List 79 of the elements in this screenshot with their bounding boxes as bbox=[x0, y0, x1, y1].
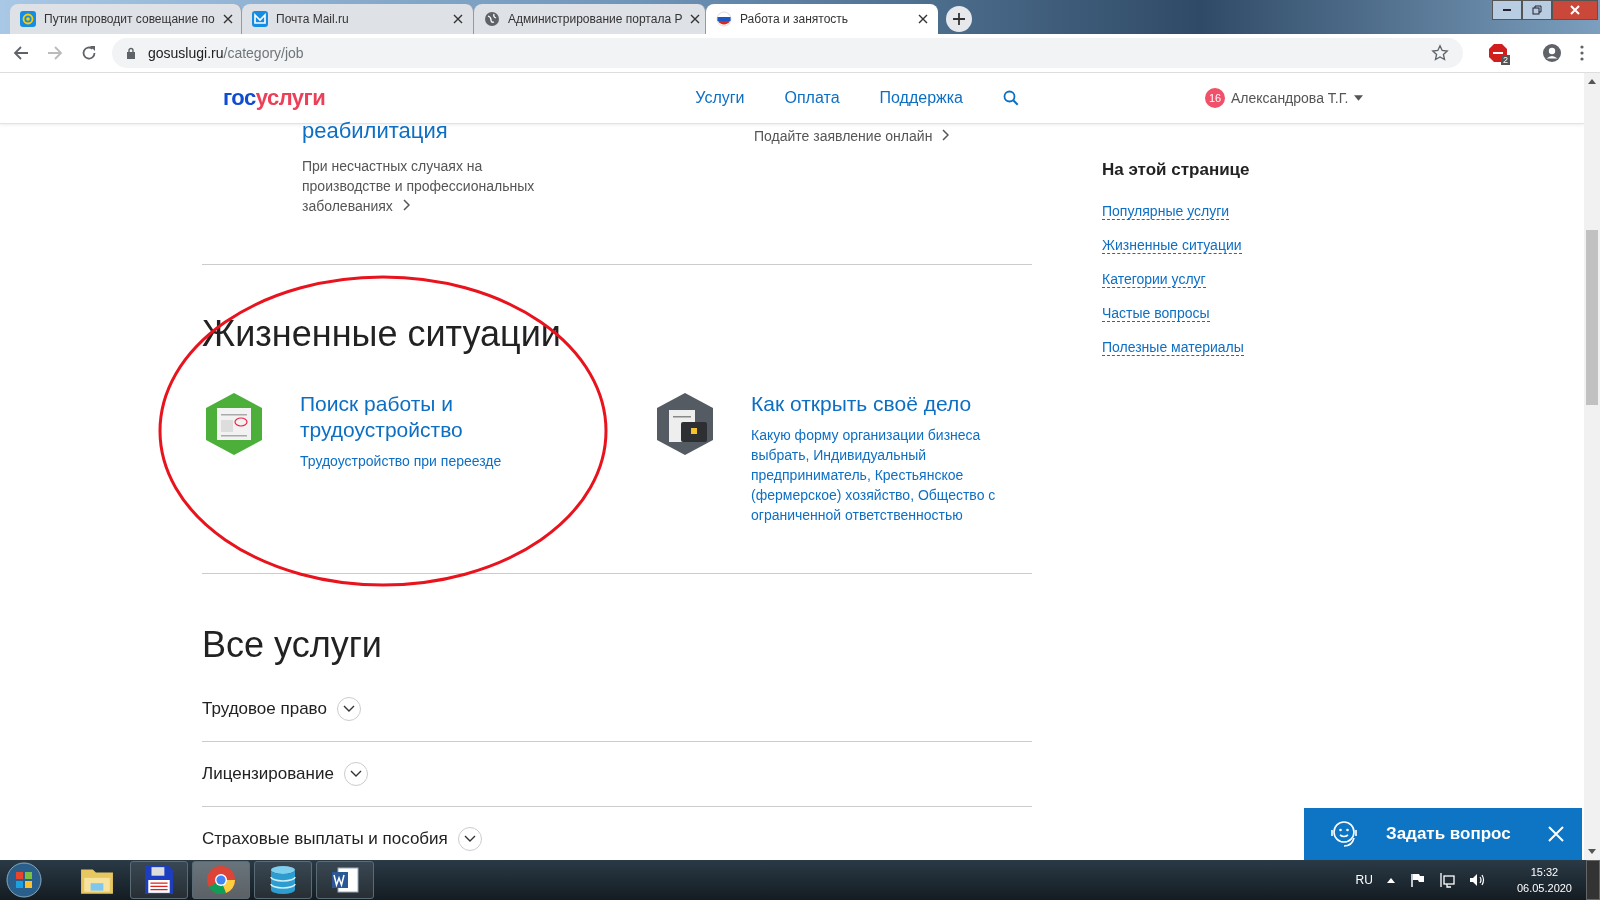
service-title[interactable]: реабилитация bbox=[302, 118, 617, 144]
close-icon bbox=[1570, 5, 1580, 15]
extension-badge: 2 bbox=[1501, 55, 1510, 65]
restore-button[interactable] bbox=[1522, 0, 1552, 20]
anchor-link[interactable]: Популярные услуги bbox=[1102, 203, 1230, 220]
nav-link[interactable]: Услуги bbox=[695, 89, 745, 107]
address-bar[interactable]: gosuslugi.ru/category/job bbox=[112, 38, 1463, 68]
search-icon[interactable] bbox=[1003, 90, 1019, 106]
browser-tab[interactable]: Почта Mail.ru bbox=[242, 4, 474, 34]
plus-icon bbox=[953, 13, 965, 25]
user-menu[interactable]: Александрова Т.Г. bbox=[1231, 90, 1349, 106]
globe-icon bbox=[484, 11, 500, 27]
scrollbar-thumb[interactable] bbox=[1586, 230, 1598, 405]
chevron-right-icon[interactable] bbox=[402, 199, 410, 211]
service-link[interactable]: При несчастных случаях на производстве и профессиональных заболеваниях bbox=[302, 156, 567, 216]
flag-icon[interactable] bbox=[1408, 872, 1425, 888]
apply-online-link[interactable]: Подайте заявление онлайн bbox=[754, 128, 1032, 144]
tab-title: Администрирование портала Р bbox=[508, 12, 683, 26]
close-icon[interactable] bbox=[453, 14, 463, 24]
speaker-icon[interactable] bbox=[1468, 872, 1485, 888]
start-button[interactable] bbox=[6, 862, 42, 898]
database-icon bbox=[269, 865, 297, 895]
show-hidden-icons[interactable] bbox=[1386, 877, 1395, 883]
situation-title[interactable]: Как открыть своё дело bbox=[751, 391, 1001, 417]
word-document-icon bbox=[330, 865, 360, 895]
ask-question-widget[interactable]: Задать вопрос bbox=[1304, 808, 1582, 860]
stop-sign-icon[interactable] bbox=[1489, 44, 1507, 62]
close-button[interactable] bbox=[1552, 0, 1598, 20]
situation-link[interactable]: Какую форму организации бизнеса выбрать, Индивидуальный предприниматель, Крестьянское (фермерское) хозяйство, Общество с ограниченной ответственностью bbox=[751, 425, 1021, 525]
support-agent-icon bbox=[1328, 818, 1360, 850]
account-icon[interactable] bbox=[1542, 43, 1562, 63]
tab-title: Путин проводит совещание по bbox=[44, 12, 215, 26]
browser-tab[interactable]: Работа и занятость bbox=[706, 4, 938, 34]
anchor-link[interactable]: Полезные материалы bbox=[1102, 339, 1244, 356]
browser-tab[interactable]: Путин проводит совещание по bbox=[10, 4, 242, 34]
situation-title[interactable]: Поиск работы и трудоустройство bbox=[300, 391, 550, 443]
scroll-down-icon[interactable] bbox=[1588, 849, 1596, 854]
anchor-link[interactable]: Жизненные ситуации bbox=[1102, 237, 1242, 254]
clock[interactable]: 15:32 06.05.2020 bbox=[1516, 864, 1572, 896]
tab-title: Почта Mail.ru bbox=[276, 12, 350, 26]
category-toggle[interactable]: Лицензирование bbox=[202, 764, 334, 784]
envelope-icon bbox=[252, 11, 268, 27]
nav-link[interactable]: Оплата bbox=[784, 89, 840, 107]
restore-icon bbox=[1532, 5, 1542, 15]
star-icon[interactable] bbox=[1431, 44, 1449, 62]
taskbar-button[interactable] bbox=[254, 861, 312, 899]
new-tab-button[interactable] bbox=[946, 6, 972, 32]
close-icon[interactable] bbox=[918, 14, 928, 24]
flag-icon bbox=[716, 11, 732, 27]
close-icon[interactable] bbox=[690, 14, 701, 24]
close-icon[interactable] bbox=[222, 14, 233, 24]
section-heading: Все услуги bbox=[202, 624, 383, 666]
nav-link[interactable]: Поддержка bbox=[879, 89, 963, 107]
caret-icon[interactable] bbox=[1354, 95, 1364, 101]
tab-title: Работа и занятость bbox=[740, 12, 850, 26]
scroll-up-icon[interactable] bbox=[1588, 79, 1596, 84]
category-toggle[interactable]: Страховые выплаты и пособия bbox=[202, 829, 448, 849]
taskbar-button[interactable] bbox=[130, 861, 188, 899]
lock-icon bbox=[126, 47, 136, 59]
category-toggle[interactable]: Трудовое право bbox=[202, 699, 327, 719]
browser-icon bbox=[206, 865, 236, 895]
anchor-link[interactable]: Категории услуг bbox=[1102, 271, 1206, 288]
situation-link[interactable]: Трудоустройство при переезде bbox=[300, 451, 570, 471]
taskbar-button[interactable] bbox=[316, 861, 374, 899]
site-logo[interactable]: госуслуги bbox=[223, 85, 326, 111]
minimize-button[interactable] bbox=[1492, 0, 1522, 20]
sidebar-heading: На этой странице bbox=[1102, 160, 1250, 180]
language-indicator[interactable]: RU bbox=[1355, 873, 1373, 887]
url-path: /category/job bbox=[223, 45, 304, 61]
browser-tab[interactable]: Администрирование портала Р bbox=[474, 4, 706, 34]
anchor-link[interactable]: Частые вопросы bbox=[1102, 305, 1210, 322]
notification-badge[interactable]: 16 bbox=[1205, 88, 1225, 108]
reload-icon[interactable] bbox=[81, 45, 97, 61]
minimize-icon bbox=[1503, 9, 1511, 11]
url-host: gosuslugi.ru bbox=[148, 45, 224, 61]
chevron-right-icon[interactable] bbox=[942, 129, 950, 141]
menu-icon[interactable] bbox=[1580, 45, 1584, 61]
back-icon[interactable] bbox=[13, 45, 29, 61]
network-icon[interactable] bbox=[1438, 872, 1455, 888]
